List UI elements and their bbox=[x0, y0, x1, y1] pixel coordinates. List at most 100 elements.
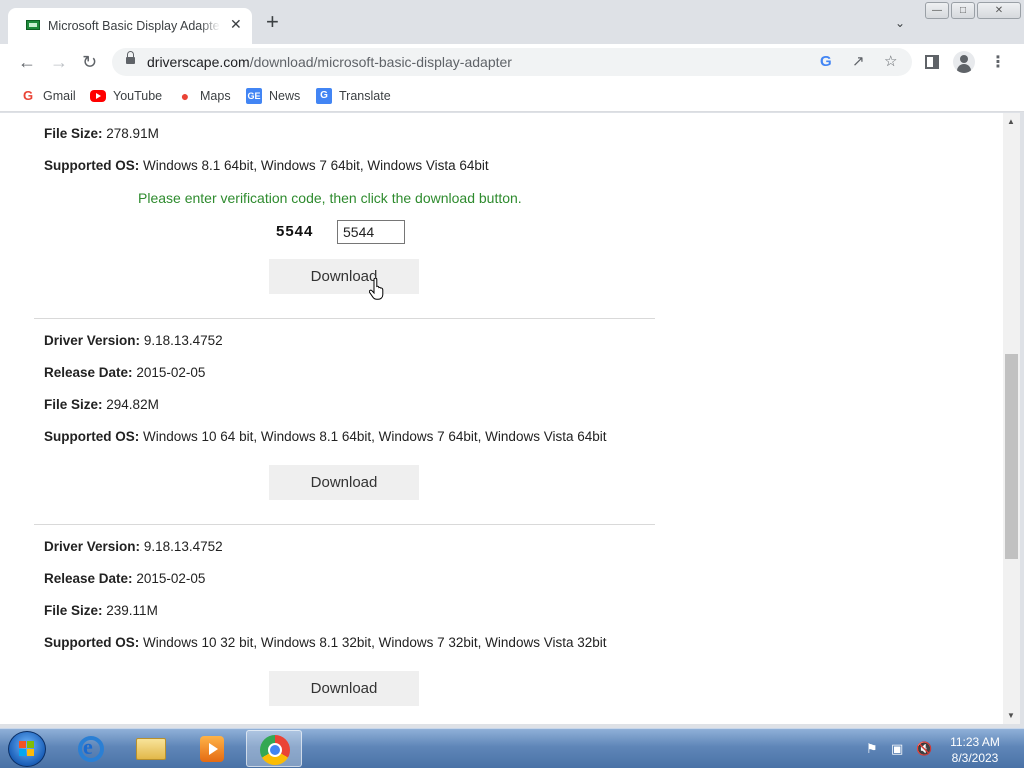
bookmark-news[interactable]: GE News bbox=[246, 86, 300, 106]
system-clock[interactable]: 11:23 AM 8/3/2023 bbox=[944, 734, 1006, 766]
windows-logo-icon bbox=[19, 741, 35, 757]
hand-cursor-icon bbox=[369, 278, 384, 300]
minimize-button[interactable]: — bbox=[925, 2, 949, 19]
window-right-border bbox=[1020, 113, 1024, 724]
taskbar-chrome[interactable] bbox=[246, 730, 302, 767]
more-menu-icon[interactable]: ⋮ bbox=[990, 52, 1006, 72]
captcha-code: 5544 bbox=[276, 223, 314, 240]
forward-arrow-icon[interactable]: → bbox=[50, 51, 68, 73]
media-player-icon bbox=[200, 736, 224, 762]
release-date-row: Release Date: 2015-02-05 bbox=[44, 365, 205, 380]
file-size-row: File Size: 294.82M bbox=[44, 397, 159, 412]
display-adapter-favicon-icon bbox=[26, 20, 40, 30]
file-size-row: File Size: 278.91M bbox=[44, 126, 159, 141]
supported-os-label: Supported OS: bbox=[44, 158, 140, 173]
internet-explorer-icon bbox=[78, 734, 104, 762]
browser-toolbar: ← → ↻ driverscape.com/download/microsoft… bbox=[0, 44, 1024, 80]
page-content: File Size: 278.91M Supported OS: Windows… bbox=[8, 113, 1003, 724]
taskbar-file-explorer[interactable] bbox=[122, 730, 178, 767]
maximize-button[interactable]: □ bbox=[951, 2, 975, 19]
scroll-up-arrow-icon[interactable]: ▲ bbox=[1007, 117, 1015, 126]
supported-os-value: Windows 10 64 bit, Windows 8.1 64bit, Wi… bbox=[143, 429, 607, 444]
bookmark-translate[interactable]: G Translate bbox=[316, 86, 391, 106]
news-icon: GE bbox=[246, 88, 262, 104]
lock-icon[interactable] bbox=[126, 51, 135, 65]
side-panel-icon[interactable] bbox=[925, 55, 939, 69]
google-lens-icon[interactable]: G bbox=[820, 53, 832, 71]
file-size-label: File Size: bbox=[44, 603, 103, 618]
bookmark-label: News bbox=[269, 89, 301, 103]
tab-title: Microsoft Basic Display Adapter ( bbox=[48, 19, 220, 33]
url-text[interactable]: driverscape.com/download/microsoft-basic… bbox=[147, 54, 512, 70]
reload-icon[interactable]: ↻ bbox=[82, 51, 97, 73]
vertical-scrollbar[interactable]: ▲ ▼ bbox=[1003, 113, 1020, 724]
download-button[interactable]: Download bbox=[269, 465, 419, 500]
maps-pin-icon: ● bbox=[180, 88, 190, 104]
tab-search-chevron-icon[interactable]: ⌄ bbox=[895, 16, 905, 30]
verification-message: Please enter verification code, then cli… bbox=[138, 190, 522, 206]
file-size-value: 239.11M bbox=[106, 603, 158, 618]
start-button[interactable] bbox=[8, 731, 46, 767]
profile-avatar-icon[interactable] bbox=[953, 51, 975, 73]
back-arrow-icon[interactable]: ← bbox=[18, 51, 36, 73]
bookmark-maps[interactable]: ● Maps bbox=[177, 86, 231, 106]
driver-version-row: Driver Version: 9.18.13.4752 bbox=[44, 333, 223, 348]
bookmark-label: YouTube bbox=[113, 89, 163, 103]
action-center-flag-icon[interactable]: ⚑ bbox=[866, 741, 878, 757]
supported-os-row: Supported OS: Windows 10 64 bit, Windows… bbox=[44, 429, 607, 444]
url-host: driverscape.com bbox=[147, 54, 250, 70]
scrollbar-thumb[interactable] bbox=[1005, 354, 1018, 559]
supported-os-row: Supported OS: Windows 8.1 64bit, Windows… bbox=[44, 158, 489, 173]
release-date-row: Release Date: 2015-02-05 bbox=[44, 571, 205, 586]
youtube-icon bbox=[90, 90, 106, 102]
clock-time: 11:23 AM bbox=[950, 735, 1000, 749]
taskbar: ⚑ ▣ 🔇 11:23 AM 8/3/2023 bbox=[0, 728, 1024, 768]
entry-divider bbox=[34, 524, 655, 525]
chrome-icon bbox=[260, 735, 290, 765]
gmail-icon: G bbox=[22, 88, 34, 103]
tab-strip: Microsoft Basic Display Adapter ( ✕ + ⌄ … bbox=[0, 0, 1024, 44]
share-icon[interactable]: ↗ bbox=[852, 53, 865, 71]
close-window-button[interactable]: ✕ bbox=[977, 2, 1021, 19]
scroll-down-arrow-icon[interactable]: ▼ bbox=[1007, 711, 1015, 720]
release-date-label: Release Date: bbox=[44, 571, 133, 586]
bookmark-gmail[interactable]: G Gmail bbox=[20, 86, 76, 106]
file-size-value: 294.82M bbox=[106, 397, 159, 412]
bookmarks-bar: G Gmail YouTube ● Maps GE News G Transla… bbox=[0, 80, 1024, 112]
volume-muted-icon[interactable]: 🔇 bbox=[916, 741, 932, 757]
bookmark-youtube[interactable]: YouTube bbox=[90, 86, 162, 106]
browser-tab[interactable]: Microsoft Basic Display Adapter ( ✕ bbox=[8, 8, 252, 44]
bookmark-star-icon[interactable]: ☆ bbox=[884, 53, 897, 71]
driver-version-label: Driver Version: bbox=[44, 333, 141, 348]
release-date-value: 2015-02-05 bbox=[136, 365, 206, 380]
entry-divider bbox=[34, 318, 655, 319]
bookmark-label: Translate bbox=[339, 89, 391, 103]
network-icon[interactable]: ▣ bbox=[891, 741, 903, 757]
clock-date: 8/3/2023 bbox=[951, 751, 999, 765]
verification-code-input[interactable] bbox=[337, 220, 405, 244]
file-size-value: 278.91M bbox=[106, 126, 159, 141]
release-date-label: Release Date: bbox=[44, 365, 133, 380]
supported-os-value: Windows 8.1 64bit, Windows 7 64bit, Wind… bbox=[143, 158, 489, 173]
bookmark-label: Gmail bbox=[43, 89, 76, 103]
tab-close-icon[interactable]: ✕ bbox=[230, 16, 242, 33]
file-size-row: File Size: 239.11M bbox=[44, 603, 158, 618]
taskbar-internet-explorer[interactable] bbox=[62, 730, 118, 767]
supported-os-label: Supported OS: bbox=[44, 635, 140, 650]
page-left-margin bbox=[0, 113, 8, 724]
window-controls: — □ ✕ bbox=[925, 2, 1021, 20]
download-button[interactable]: Download bbox=[269, 671, 419, 706]
supported-os-row: Supported OS: Windows 10 32 bit, Windows… bbox=[44, 635, 607, 650]
download-button[interactable]: Download bbox=[269, 259, 419, 294]
driver-version-value: 9.18.13.4752 bbox=[143, 539, 223, 554]
driver-version-value: 9.18.13.4752 bbox=[143, 333, 223, 348]
url-path: /download/microsoft-basic-display-adapte… bbox=[249, 54, 512, 70]
new-tab-button[interactable]: + bbox=[266, 11, 279, 33]
translate-icon: G bbox=[316, 88, 332, 104]
file-size-label: File Size: bbox=[44, 397, 103, 412]
file-size-label: File Size: bbox=[44, 126, 103, 141]
supported-os-value: Windows 10 32 bit, Windows 8.1 32bit, Wi… bbox=[143, 635, 607, 650]
address-bar[interactable]: driverscape.com/download/microsoft-basic… bbox=[112, 48, 912, 76]
taskbar-media-player[interactable] bbox=[184, 730, 240, 767]
bookmark-label: Maps bbox=[200, 89, 231, 103]
